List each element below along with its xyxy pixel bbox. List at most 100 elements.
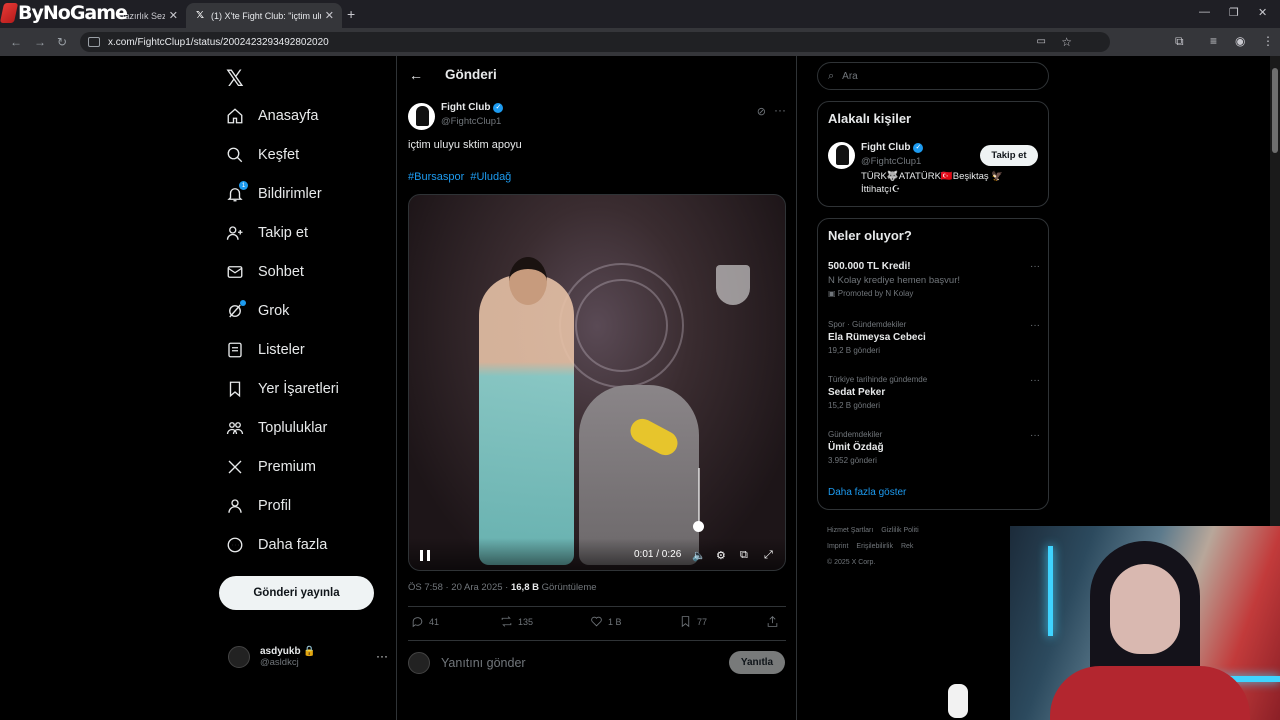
search-placeholder: Ara [842, 70, 858, 82]
forward-icon[interactable]: → [34, 35, 46, 49]
cam-person-face [1110, 564, 1180, 654]
site-info-icon[interactable] [88, 37, 100, 47]
nav-item-home[interactable]: Anasayfa [226, 101, 318, 131]
footer-link[interactable]: Hizmet Şartları [827, 527, 873, 534]
scrollbar-thumb[interactable] [1272, 68, 1278, 153]
heart-icon [591, 616, 602, 627]
repost-icon [501, 616, 512, 627]
volume-icon[interactable]: 🔈 [692, 549, 706, 562]
cast-icon[interactable]: ▭ [1037, 36, 1046, 47]
pip-icon[interactable]: ⧉ [740, 549, 748, 562]
author-avatar[interactable] [828, 142, 855, 169]
video-player[interactable]: 0:01 / 0:26 🔈 ⚙ ⧉ ⤢ [408, 194, 786, 571]
author-handle[interactable]: @FightcClup1 [441, 116, 501, 127]
footer-link[interactable]: Erişilebilirlik [856, 543, 893, 550]
nav-item-notifications[interactable]: 1 Bildirimler [226, 179, 322, 209]
reply-input[interactable]: Yanıtını gönder [441, 656, 526, 670]
profile-icon[interactable]: ◉ [1235, 34, 1245, 48]
trend-category: Spor · Gündemdekiler [828, 320, 907, 329]
trend-item[interactable]: Gündemdekiler Ümit Özdağ 3.952 gönderi ·… [828, 430, 1040, 465]
nav-item-profile[interactable]: Profil [226, 491, 291, 521]
extensions-icon[interactable]: ⧉ [1175, 34, 1184, 49]
back-arrow-icon[interactable]: ← [409, 67, 423, 83]
bookmark-icon [681, 616, 690, 628]
trend-item[interactable]: Türkiye tarihinde gündemde Sedat Peker 1… [828, 375, 1040, 410]
browser-toolbar: ← → ↻ x.com/FightcClup1/status/200242329… [0, 28, 1280, 56]
more-icon[interactable]: ··· [1030, 430, 1040, 441]
nav-item-grok[interactable]: Grok [226, 296, 289, 326]
footer-link[interactable]: Rek [901, 543, 913, 550]
author-name[interactable]: Fight Club ✓ [441, 102, 504, 113]
author-avatar[interactable] [408, 103, 435, 130]
post-button[interactable]: Gönderi yayınla [219, 576, 374, 610]
reload-icon[interactable]: ↻ [57, 35, 67, 49]
browser-tab-2[interactable]: 𝕏 (1) X'te Fight Club: "içtim uluy ✕ [186, 3, 342, 28]
more-icon[interactable]: ··· [774, 103, 786, 117]
menu-icon[interactable]: ⋮ [1262, 34, 1274, 48]
maximize-icon[interactable]: ❐ [1229, 6, 1239, 19]
close-icon[interactable]: ✕ [169, 9, 178, 22]
who-name-text: Fight Club [861, 142, 911, 153]
post-timestamp[interactable]: ÖS 7:58 · 20 Ara 2025 · [408, 582, 511, 593]
nav-item-explore[interactable]: Keşfet [226, 140, 299, 170]
nav-item-chat[interactable]: Sohbet [226, 257, 304, 287]
card-title: Neler oluyor? [828, 228, 912, 243]
trend-item[interactable]: 500.000 TL Kredi! N Kolay krediye hemen … [828, 261, 1040, 298]
relevant-people-card: Alakalı kişiler Fight Club ✓ @FightcClup1… [817, 101, 1049, 207]
nav-label: Keşfet [258, 147, 300, 163]
grok-icon [226, 300, 246, 320]
show-more-link[interactable]: Daha fazla göster [828, 487, 906, 498]
address-bar[interactable]: x.com/FightcClup1/status/200242329349280… [80, 32, 1110, 52]
nav-label: Sohbet [258, 264, 304, 280]
more-circle-icon [226, 536, 244, 554]
follow-button[interactable]: Takip et [980, 145, 1038, 166]
hashtag-link[interactable]: #Uludağ [470, 171, 511, 183]
like-count: 1 B [608, 616, 622, 627]
repost-count: 135 [518, 616, 534, 627]
footer-links: Hizmet Şartları Gizlilik Politi Imprint Er… [827, 523, 947, 571]
like-action[interactable]: 1 B [590, 615, 622, 628]
nav-item-follow[interactable]: Takip et [226, 218, 308, 248]
video-time: 0:01 / 0:26 [634, 549, 682, 560]
window-close-icon[interactable]: ✕ [1258, 6, 1267, 19]
share-icon [767, 616, 778, 627]
settings-gear-icon[interactable]: ⚙ [716, 549, 726, 562]
pause-icon[interactable] [420, 550, 430, 561]
nav-item-premium[interactable]: Premium [226, 452, 316, 482]
share-action[interactable] [766, 615, 784, 628]
search-input[interactable]: ⌕ Ara [817, 62, 1049, 90]
reply-button[interactable]: Yanıtla [729, 651, 785, 674]
who-name[interactable]: Fight Club ✓ [861, 142, 924, 153]
hashtag-link[interactable]: #Bursaspor [408, 171, 464, 183]
avatar [408, 652, 430, 674]
repost-action[interactable]: 135 [500, 615, 533, 628]
media-icon[interactable]: ≡ [1210, 34, 1217, 48]
new-tab-icon[interactable]: + [347, 6, 355, 22]
avatar [228, 646, 250, 668]
more-icon[interactable]: ··· [376, 649, 388, 663]
bookmark-star-icon[interactable]: ☆ [1061, 35, 1072, 49]
back-icon[interactable]: ← [10, 35, 22, 49]
x-logo-icon[interactable]: 𝕏 [226, 66, 244, 92]
x-premium-icon [226, 458, 244, 476]
volume-slider-handle[interactable] [693, 521, 704, 532]
nav-item-lists[interactable]: Listeler [226, 335, 305, 365]
more-icon[interactable]: ··· [1030, 261, 1040, 272]
nav-item-communities[interactable]: Topluluklar [226, 413, 327, 443]
grok-explain-icon[interactable]: ⊘ [757, 105, 766, 118]
close-icon[interactable]: ✕ [325, 9, 334, 22]
more-icon[interactable]: ··· [1030, 320, 1040, 331]
footer-link[interactable]: Gizlilik Politi [881, 527, 918, 534]
account-switcher[interactable]: asdyukb 🔒 @asldkcj ··· [228, 641, 388, 673]
reply-action[interactable]: 41 [411, 615, 439, 628]
nav-item-more[interactable]: Daha fazla [226, 530, 327, 560]
nav-item-bookmarks[interactable]: Yer İşaretleri [226, 374, 339, 404]
footer-link[interactable]: Imprint [827, 543, 848, 550]
bookmark-action[interactable]: 77 [679, 615, 707, 628]
fullscreen-icon[interactable]: ⤢ [764, 549, 773, 562]
minimize-icon[interactable]: — [1199, 6, 1210, 18]
who-handle[interactable]: @FightcClup1 [861, 156, 921, 167]
more-icon[interactable]: ··· [1030, 375, 1040, 386]
mail-icon [226, 263, 244, 281]
trend-item[interactable]: Spor · Gündemdekiler Ela Rümeysa Cebeci … [828, 320, 1040, 355]
